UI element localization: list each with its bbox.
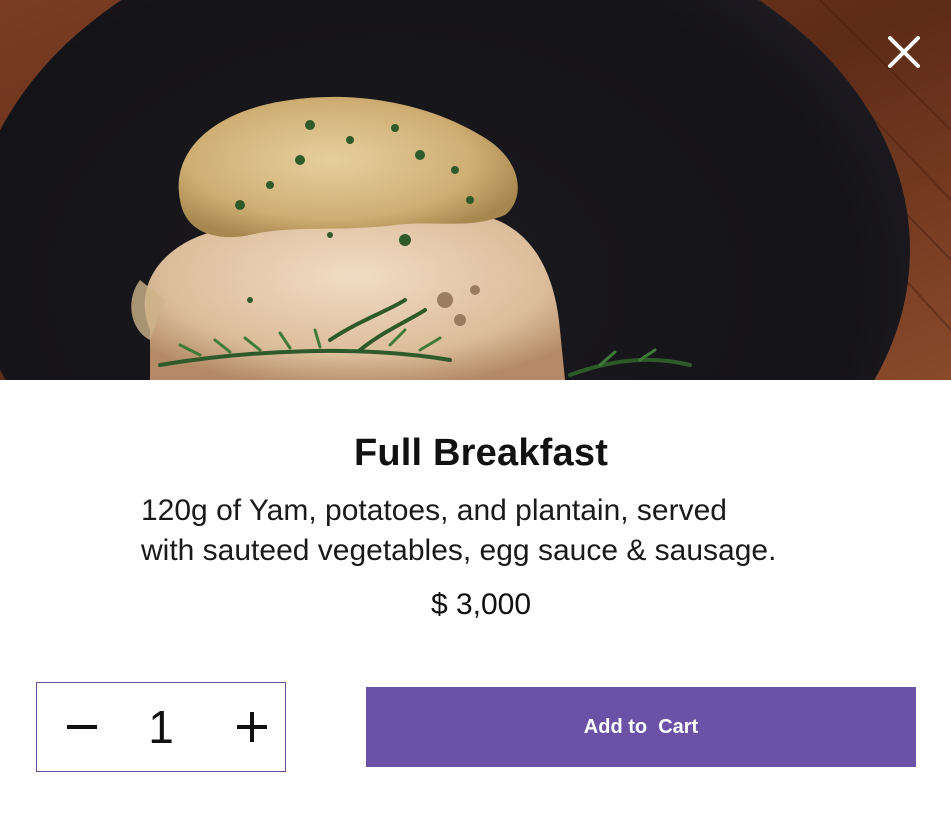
close-icon — [888, 36, 920, 68]
quantity-value: 1 — [148, 701, 174, 753]
product-image — [0, 0, 951, 380]
product-price: $ 3,000 — [430, 588, 532, 621]
increment-button[interactable] — [217, 683, 287, 771]
add-to-cart-button[interactable]: Add to Cart — [366, 687, 916, 767]
product-photo — [0, 0, 951, 380]
product-description: 120g of Yam, potatoes, and plantain, ser… — [141, 491, 841, 571]
plus-icon — [237, 712, 267, 742]
minus-icon — [67, 725, 97, 729]
quantity-stepper: 1 — [36, 682, 286, 772]
description-line: 120g of Yam, potatoes, and plantain, ser… — [141, 494, 727, 527]
description-line: with sauteed vegetables, egg sauce & sau… — [141, 534, 777, 567]
decrement-button[interactable] — [47, 683, 117, 771]
product-title: Full Breakfast — [353, 432, 609, 474]
close-button[interactable] — [882, 30, 926, 74]
